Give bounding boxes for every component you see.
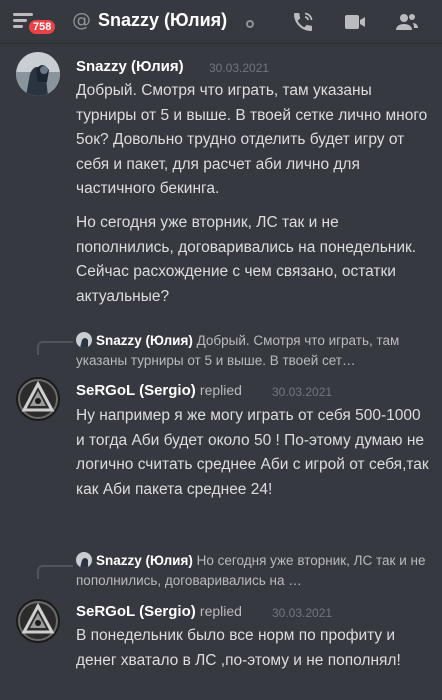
channel-header: 758 @ Snazzy (Юлия): [0, 0, 442, 44]
message-timestamp: 30.03.2021: [272, 385, 333, 399]
members-icon[interactable]: [394, 10, 420, 34]
avatar[interactable]: [16, 377, 60, 421]
replied-label: replied: [199, 382, 242, 398]
status-offline-icon: [246, 20, 254, 28]
author-name[interactable]: SeRGoL (Sergio): [76, 603, 196, 620]
avatar[interactable]: [16, 599, 60, 643]
message-text: Добрый. Смотря что играть, там указаны т…: [76, 82, 428, 197]
at-icon: @: [72, 9, 91, 31]
unread-count-badge: 758: [27, 18, 58, 36]
message-timestamp: 30.03.2021: [209, 61, 270, 75]
message-text: Но сегодня уже вторник, ЛС так и не попо…: [76, 214, 417, 305]
reply-author: Snazzy (Юлия): [96, 333, 193, 348]
reply-reference[interactable]: Snazzy (Юлия) Добрый. Смотря что играть,…: [76, 331, 432, 371]
message-timestamp: 30.03.2021: [272, 606, 333, 620]
reply-avatar: [76, 552, 92, 568]
reply-reference[interactable]: Snazzy (Юлия) Но сегодня уже вторник, ЛС…: [76, 551, 432, 591]
reply-spine: [37, 565, 73, 579]
channel-title[interactable]: Snazzy (Юлия): [98, 10, 227, 31]
author-name[interactable]: SeRGoL (Sergio): [76, 382, 196, 399]
call-icon[interactable]: [290, 10, 316, 34]
avatar[interactable]: [16, 52, 60, 96]
reply-avatar: [76, 332, 92, 348]
replied-label: replied: [199, 603, 242, 619]
reply-spine: [37, 341, 73, 355]
reply-author: Snazzy (Юлия): [96, 553, 193, 568]
message-text: Ну например я же могу играть от себя 500…: [76, 407, 429, 498]
message-author[interactable]: Snazzy (Юлия): [76, 58, 184, 75]
message-author[interactable]: SeRGoL (Sergio) replied: [76, 382, 242, 399]
video-icon[interactable]: [342, 10, 368, 34]
message-author[interactable]: SeRGoL (Sergio) replied: [76, 603, 242, 620]
message-text: В понедельник было все норм по профиту и…: [76, 627, 401, 669]
